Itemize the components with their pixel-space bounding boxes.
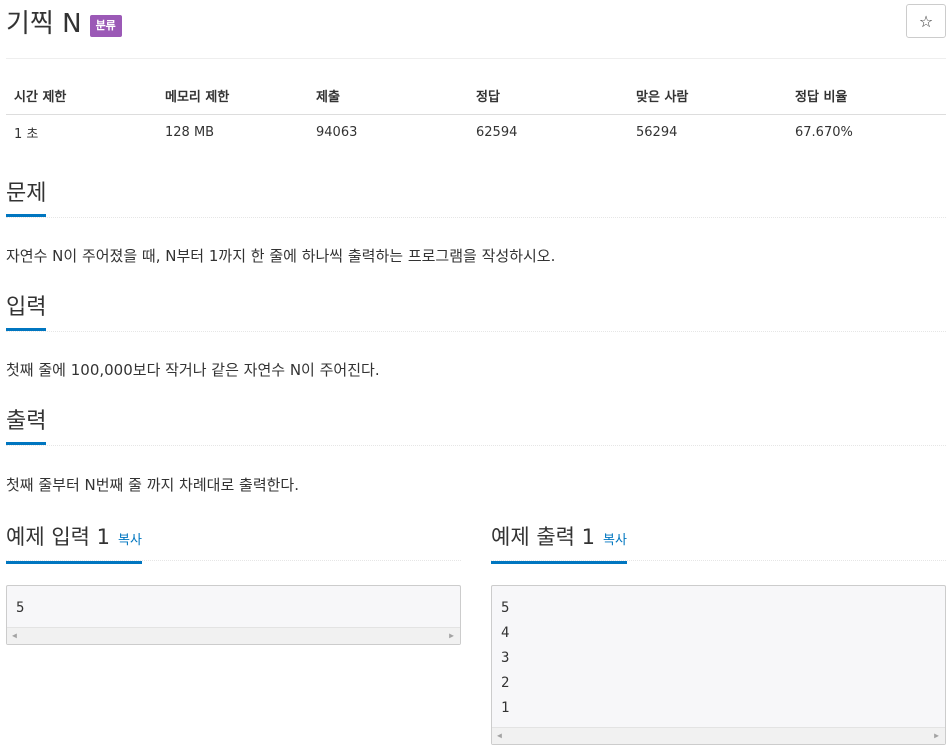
title-row: 기찍 N 분류 xyxy=(6,4,122,44)
output-section-header: 출력 xyxy=(6,408,946,446)
value-accepted: 62594 xyxy=(476,124,518,140)
section-divider xyxy=(6,331,946,332)
page-title: 기찍 N xyxy=(6,9,82,39)
scroll-left-icon[interactable]: ◀ xyxy=(497,730,502,742)
sample-output-line: 1 xyxy=(501,700,510,716)
input-description: 첫째 줄에 100,000보다 작거나 같은 자연수 N이 주어진다. xyxy=(6,361,380,379)
input-section-title: 입력 xyxy=(6,294,47,331)
sample-output-line: 4 xyxy=(501,625,510,641)
sample-input-line: 5 xyxy=(16,600,25,616)
output-description: 첫째 줄부터 N번째 줄 까지 차례대로 출력한다. xyxy=(6,476,299,494)
section-divider xyxy=(6,217,946,218)
problem-page: 기찍 N 분류 ☆ 시간 제한 메모리 제한 제출 정답 맞은 사람 정답 비율… xyxy=(0,0,950,752)
header-divider xyxy=(6,58,946,59)
scroll-right-icon[interactable]: ▶ xyxy=(449,630,454,642)
problem-section-header: 문제 xyxy=(6,180,946,218)
sample-output-line: 5 xyxy=(501,600,510,616)
scroll-right-icon[interactable]: ▶ xyxy=(934,730,939,742)
favorite-button[interactable]: ☆ xyxy=(906,4,946,38)
section-divider xyxy=(6,445,946,446)
sample-output-scrollbar[interactable]: ◀ ▶ xyxy=(492,727,945,744)
problem-section-title: 문제 xyxy=(6,180,47,217)
value-solvers: 56294 xyxy=(636,124,678,140)
header-accept-ratio: 정답 비율 xyxy=(787,78,946,115)
star-icon: ☆ xyxy=(918,11,934,31)
sample-output-box[interactable]: 5 4 3 2 1 ◀ ▶ xyxy=(491,585,946,745)
sample-output-title: 예제 출력 1 xyxy=(491,525,595,549)
sample-output-lines: 5 4 3 2 1 xyxy=(492,586,945,723)
sample-input-heading: 예제 입력 1 복사 xyxy=(6,523,142,564)
problem-description: 자연수 N이 주어졌을 때, N부터 1까지 한 줄에 하나씩 출력하는 프로그… xyxy=(6,247,556,265)
sample-output-line: 2 xyxy=(501,675,510,691)
sample-input-scrollbar[interactable]: ◀ ▶ xyxy=(7,627,460,644)
header-submissions: 제출 xyxy=(308,78,468,115)
output-section-title: 출력 xyxy=(6,408,47,445)
scroll-left-icon[interactable]: ◀ xyxy=(12,630,17,642)
header-time-limit: 시간 제한 xyxy=(6,78,157,115)
header-solvers: 맞은 사람 xyxy=(628,78,787,115)
header-memory-limit: 메모리 제한 xyxy=(157,78,308,115)
value-time-limit: 1 초 xyxy=(14,126,39,142)
copy-sample-output-button[interactable]: 복사 xyxy=(603,533,627,548)
info-value-row: 1 초 128 MB 94063 62594 56294 67.670% xyxy=(6,114,946,150)
copy-sample-input-button[interactable]: 복사 xyxy=(118,533,142,548)
sample-input-lines: 5 xyxy=(7,586,460,623)
value-submissions: 94063 xyxy=(316,124,358,140)
value-accept-ratio: 67.670% xyxy=(795,124,853,140)
sample-output-line: 3 xyxy=(501,650,510,666)
sample-input-box[interactable]: 5 ◀ ▶ xyxy=(6,585,461,645)
input-section-header: 입력 xyxy=(6,294,946,332)
info-header-row: 시간 제한 메모리 제한 제출 정답 맞은 사람 정답 비율 xyxy=(6,78,946,115)
value-memory-limit: 128 MB xyxy=(165,124,215,140)
sample-output-header: 예제 출력 1 복사 xyxy=(491,523,946,564)
sample-input-header: 예제 입력 1 복사 xyxy=(6,523,461,564)
problem-info-table: 시간 제한 메모리 제한 제출 정답 맞은 사람 정답 비율 1 초 128 M… xyxy=(6,78,946,150)
header-accepted: 정답 xyxy=(468,78,628,115)
sample-output-heading: 예제 출력 1 복사 xyxy=(491,523,627,564)
category-badge[interactable]: 분류 xyxy=(89,15,122,37)
sample-input-title: 예제 입력 1 xyxy=(6,525,110,549)
